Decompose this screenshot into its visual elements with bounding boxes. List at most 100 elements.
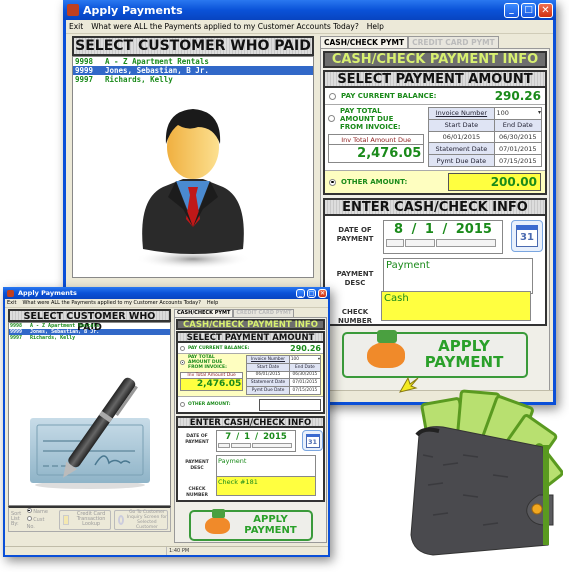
customer-pane: SELECT CUSTOMER WHO PAID 9998 A - Z Apar… (8, 309, 171, 534)
menu-payments-today[interactable]: What were ALL the Payments applied to my… (22, 299, 200, 307)
date-year[interactable]: 2015 (263, 432, 287, 442)
year-scroll[interactable] (436, 239, 496, 247)
day-scroll[interactable] (405, 239, 435, 247)
pay-invoice-radio[interactable] (180, 360, 185, 365)
inv-total-label: Inv Total Amount Due (328, 134, 425, 145)
customer-inquiry-button[interactable]: Go To Customer Inquiry Screen for Select… (113, 509, 168, 530)
front-title-bar[interactable]: Apply Payments _ □ ✕ (3, 287, 330, 299)
piggy-bank-icon (205, 509, 231, 534)
start-date: 06/01/2015 (428, 130, 495, 144)
pay-current-balance-row[interactable]: PAY CURRENT BALANCE: 290.26 (178, 343, 323, 354)
apply-payment-button[interactable]: APPLY PAYMENT (342, 330, 528, 378)
invoice-table: Invoice Number 100 ▾ Start Date End Date 0… (428, 107, 542, 167)
tab-cash-check[interactable]: CASH/CHECK PYMT (320, 36, 409, 48)
check-number-input[interactable]: Cash (381, 291, 531, 321)
other-amount-row[interactable]: OTHER AMOUNT: 200.00 (325, 171, 545, 193)
date-month[interactable]: 7 (225, 432, 231, 442)
date-spinners[interactable] (217, 443, 295, 448)
check-number-input[interactable]: Check #181 (216, 476, 316, 496)
other-amount-row[interactable]: OTHER AMOUNT: (178, 397, 323, 412)
customer-list[interactable]: 9998 A - Z Apartment Rentals 9999 Jones,… (72, 56, 314, 278)
current-balance-value: 290.26 (494, 89, 541, 103)
pay-invoice-row[interactable]: PAY TOTAL AMOUNT DUE FROM INVOICE: Inv T… (325, 105, 545, 171)
sort-by-custno-radio[interactable]: Cust No. (26, 516, 52, 531)
cc-lookup-button[interactable]: Credit Card Transaction Lookup (58, 509, 111, 530)
minimize-button[interactable]: _ (296, 288, 305, 298)
customer-row[interactable]: 9997 Richards, Kelly (73, 75, 313, 84)
invoice-number-select[interactable]: 100 ▾ (493, 107, 542, 120)
app-icon (67, 4, 79, 16)
date-year[interactable]: 2015 (456, 222, 492, 237)
inv-total-value: 2,476.05 (328, 145, 425, 163)
date-of-payment-field[interactable]: 8 / 1 / 2015 (383, 220, 503, 254)
month-scroll[interactable] (386, 239, 404, 247)
dropdown-arrow-icon[interactable]: ▾ (318, 357, 320, 362)
customer-row[interactable]: 9997 Richards, Kelly (9, 335, 170, 341)
window-title: Apply Payments (83, 3, 183, 17)
date-day[interactable]: 1 (244, 432, 250, 442)
calendar-icon: 31 (516, 225, 538, 247)
tab-credit-card[interactable]: CREDIT CARD PYMT (233, 309, 295, 317)
dropdown-arrow-icon[interactable]: ▾ (538, 109, 541, 116)
piggy-bank-icon (366, 330, 405, 368)
date-day[interactable]: 1 (425, 222, 434, 237)
customer-row[interactable]: 9998 A - Z Apartment Rentals (73, 57, 313, 66)
other-amount-radio[interactable] (180, 402, 185, 407)
calendar-button[interactable]: 31 (302, 430, 323, 451)
end-date: 06/30/2015 (493, 130, 542, 144)
close-button[interactable]: ✕ (318, 288, 327, 298)
pymt-due-date: 07/15/2015 (493, 154, 542, 167)
pay-current-balance-row[interactable]: PAY CURRENT BALANCE: 290.26 (325, 88, 545, 105)
date-spinners[interactable] (384, 239, 502, 247)
customer-pane: SELECT CUSTOMER WHO PAID 9998 A - Z Apar… (72, 36, 314, 278)
pay-current-balance-radio[interactable] (329, 92, 336, 100)
other-amount-input[interactable]: 200.00 (448, 173, 541, 191)
cc-lookup-icon (62, 514, 70, 525)
payment-desc-input[interactable]: Payment (383, 258, 533, 294)
calendar-icon: 31 (305, 433, 320, 448)
check-and-pen-icon (29, 377, 150, 489)
menu-help[interactable]: Help (367, 20, 384, 33)
sort-options: Sort List By: Name Cust No. Credit Card … (8, 506, 171, 532)
cash-check-info-title: CASH/CHECK PAYMENT INFO (176, 319, 325, 330)
other-amount-radio[interactable] (329, 178, 336, 186)
customer-list[interactable]: 9998 A - Z Apartment Rentals 9999 Jones,… (8, 322, 171, 506)
other-amount-input[interactable] (259, 398, 321, 411)
calendar-button[interactable]: 31 (511, 220, 543, 252)
pay-current-balance-label: PAY CURRENT BALANCE: (341, 92, 437, 100)
menu-payments-today[interactable]: What were ALL the Payments applied to my… (91, 20, 359, 33)
minimize-button[interactable]: _ (504, 2, 519, 18)
close-button[interactable]: ✕ (538, 2, 553, 18)
pay-current-balance-radio[interactable] (180, 345, 185, 351)
customer-header: SELECT CUSTOMER WHO PAID (72, 36, 314, 56)
apply-payment-button[interactable]: APPLY PAYMENT (189, 509, 313, 541)
window-title: Apply Payments (18, 289, 77, 297)
front-window: Apply Payments _ □ ✕ Exit What were ALL … (3, 287, 330, 557)
menu-bar: Exit What were ALL the Payments applied … (5, 299, 328, 308)
payment-panel: CASH/CHECK PYMT CREDIT CARD PYMT CASH/CH… (320, 36, 550, 396)
customer-row-selected[interactable]: 9999 Jones, Sebastian, B Jr. (73, 66, 313, 75)
menu-exit[interactable]: Exit (69, 20, 83, 33)
pay-invoice-radio[interactable] (328, 115, 335, 122)
tab-credit-card[interactable]: CREDIT CARD PYMT (408, 36, 499, 48)
wallet-with-cash-icon (410, 389, 563, 556)
maximize-button[interactable]: □ (521, 2, 536, 18)
current-balance-value: 290.26 (290, 343, 321, 353)
date-month[interactable]: 8 (394, 222, 403, 237)
inv-total-value: 2,476.05 (180, 379, 244, 391)
select-amount-header: SELECT PAYMENT AMOUNT (323, 70, 547, 88)
businessman-avatar-icon (135, 109, 251, 269)
back-title-bar[interactable]: Apply Payments _ □ ✕ (63, 0, 556, 20)
menu-exit[interactable]: Exit (7, 299, 16, 307)
invoice-number-select[interactable]: 100 ▾ (288, 355, 322, 364)
invoice-number-link[interactable]: Invoice Number (428, 107, 495, 120)
other-amount-label: OTHER AMOUNT: (341, 178, 408, 186)
menu-help[interactable]: Help (207, 299, 218, 307)
app-icon (7, 289, 14, 297)
sort-by-name-radio[interactable]: Name (26, 508, 52, 516)
status-time: 1:40 PM (166, 547, 189, 555)
pay-invoice-row[interactable]: PAY TOTAL AMOUNT DUE FROM INVOICE: Inv T… (178, 354, 323, 397)
maximize-button[interactable]: □ (307, 288, 316, 298)
date-of-payment-field[interactable]: 7 / 1 / 2015 (216, 430, 296, 452)
tab-cash-check[interactable]: CASH/CHECK PYMT (174, 309, 234, 317)
